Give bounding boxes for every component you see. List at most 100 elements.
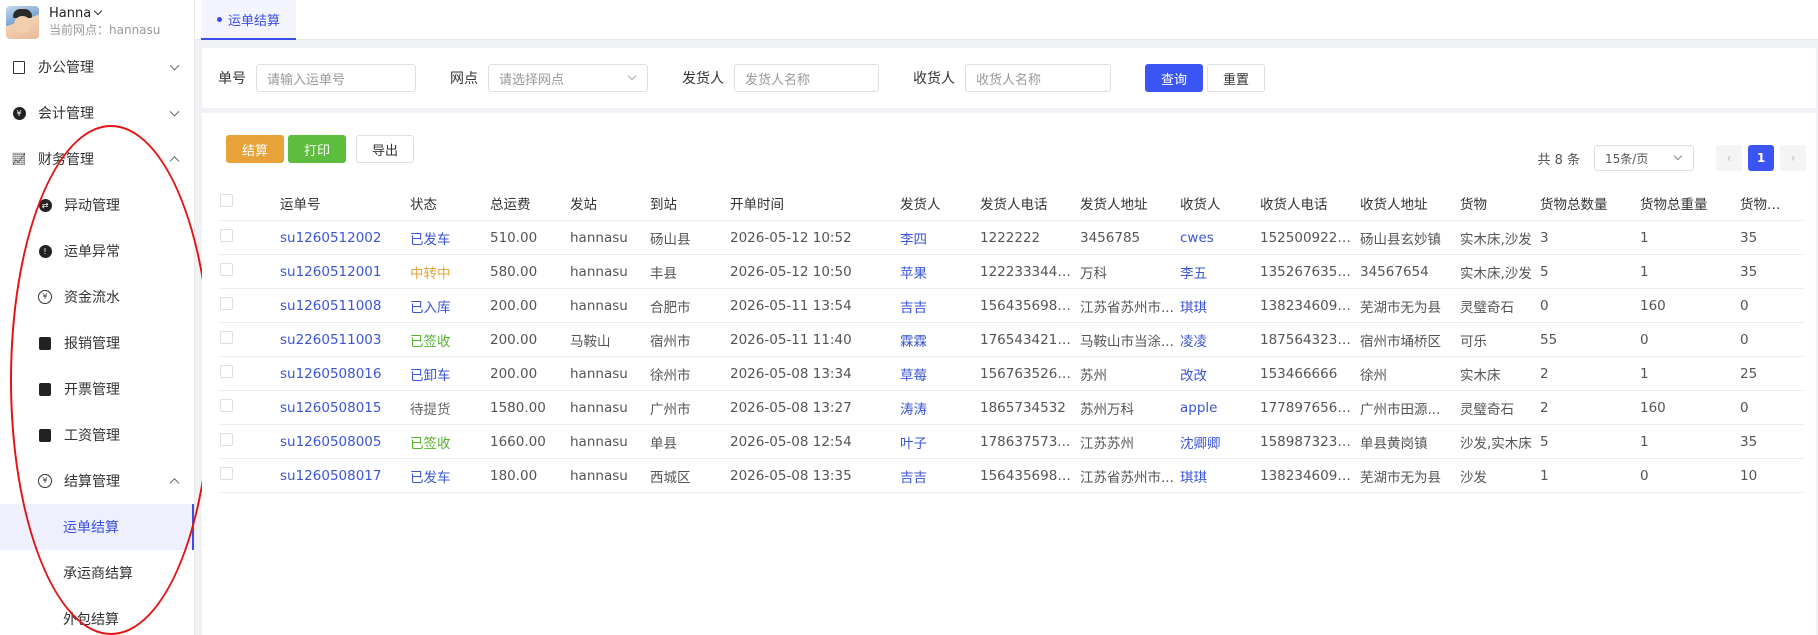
table-cell[interactable]: su1260508017 — [280, 468, 410, 484]
row-checkbox[interactable] — [218, 467, 280, 484]
column-header[interactable]: 发货人电话 — [980, 193, 1080, 213]
settle-button[interactable]: 结算 — [226, 135, 285, 163]
sidebar-item-2[interactable]: 📈︎ 财务管理 — [0, 136, 194, 182]
sidebar-item-0[interactable]: 办公管理 — [0, 44, 194, 90]
table-cell[interactable]: su1260512001 — [280, 264, 410, 280]
table-cell: 180.00 — [490, 467, 538, 484]
pagination: 共 8 条 15条/页 ‹ 1 › — [1537, 145, 1806, 171]
sidebar-item-10[interactable]: 运单结算 — [0, 504, 194, 550]
column-header[interactable]: 货物总体积 — [1740, 193, 1798, 213]
user-panel[interactable]: Hanna 当前网点：hannasu — [0, 0, 194, 44]
tab-waybill-settlement[interactable]: 运单结算 — [201, 0, 297, 40]
table-cell[interactable]: 吉吉 — [900, 296, 980, 316]
sidebar-item-8[interactable]: 工资管理 — [0, 412, 194, 458]
column-header[interactable]: 开单时间 — [730, 193, 900, 213]
row-checkbox[interactable] — [218, 229, 280, 246]
sidebar-item-label: 运单结算 — [63, 520, 119, 536]
table-row[interactable]: su1260508016 已卸车 200.00 hannasu 徐州市 2026-05-0… — [218, 357, 1804, 391]
table-cell: 2026-05-08 12:54 — [730, 433, 852, 450]
table-row[interactable]: su1260508005 已签收 1660.00 hannasu 单县 2026-05-0… — [218, 425, 1804, 459]
table-cell: 17654342134 — [980, 331, 1075, 348]
table-cell[interactable]: 沈卿卿 — [1180, 432, 1260, 452]
row-checkbox[interactable] — [218, 331, 280, 348]
sidebar-item-4[interactable]: ! 运单异常 — [0, 228, 194, 274]
table-row[interactable]: su1260512001 中转中 580.00 hannasu 丰县 2026-05-12… — [218, 255, 1804, 289]
print-button[interactable]: 打印 — [288, 135, 347, 163]
row-checkbox[interactable] — [218, 297, 280, 314]
sidebar-item-12[interactable]: 外包结算 — [0, 596, 194, 635]
column-header[interactable]: 收货人 — [1180, 193, 1260, 213]
table-cell: 苏州 — [1080, 367, 1107, 384]
column-header[interactable]: 运单号 — [280, 193, 410, 213]
row-checkbox[interactable] — [218, 365, 280, 382]
prev-page-button[interactable]: ‹ — [1716, 145, 1742, 171]
table-row[interactable]: su1260508017 已发车 180.00 hannasu 西城区 2026-05-0… — [218, 459, 1804, 493]
point-select[interactable]: 请选择网点 — [488, 64, 648, 92]
column-header[interactable]: 发货人地址 — [1080, 193, 1180, 213]
column-header[interactable]: 发站 — [570, 193, 650, 213]
column-header[interactable]: 货物总数量 — [1540, 193, 1640, 213]
sidebar-item-3[interactable]: ⇄ 异动管理 — [0, 182, 194, 228]
table-cell[interactable]: apple — [1180, 400, 1260, 416]
avatar[interactable] — [6, 5, 39, 39]
table-cell[interactable]: 涛涛 — [900, 398, 980, 418]
table-cell[interactable]: 吉吉 — [900, 466, 980, 486]
table-row[interactable]: su2260511003 已签收 200.00 马鞍山 宿州市 2026-05-11 11… — [218, 323, 1804, 357]
receiver-input[interactable]: 收货人名称 — [965, 64, 1111, 92]
table-cell[interactable]: 苹果 — [900, 262, 980, 282]
table-row[interactable]: su1260512002 已发车 510.00 hannasu 砀山县 2026-05-1… — [218, 221, 1804, 255]
table-cell[interactable]: 李五 — [1180, 262, 1260, 282]
column-header[interactable]: 总运费 — [490, 193, 570, 213]
next-page-button[interactable]: › — [1780, 145, 1806, 171]
table-cell[interactable]: su1260508015 — [280, 400, 410, 416]
table-row[interactable]: su1260508015 待提货 1580.00 hannasu 广州市 2026-05-… — [218, 391, 1804, 425]
export-button[interactable]: 导出 — [356, 135, 415, 163]
table-cell: 25 — [1740, 365, 1758, 382]
sidebar-item-7[interactable]: 开票管理 — [0, 366, 194, 412]
column-header[interactable]: 收货人电话 — [1260, 193, 1360, 213]
row-checkbox[interactable] — [218, 263, 280, 280]
table-cell: 2026-05-08 13:27 — [730, 399, 852, 416]
page-1-button[interactable]: 1 — [1748, 145, 1774, 171]
order-number-input[interactable]: 请输入运单号 — [256, 64, 416, 92]
table-cell[interactable]: 草莓 — [900, 364, 980, 384]
table-cell: 12223334444 — [980, 263, 1075, 280]
table-cell: 砀山县玄妙镇 — [1360, 231, 1441, 248]
table-cell[interactable]: su1260512002 — [280, 230, 410, 246]
table-cell[interactable]: su1260511008 — [280, 298, 410, 314]
table-cell[interactable]: 李四 — [900, 228, 980, 248]
table-cell[interactable]: 琪琪 — [1180, 466, 1260, 486]
row-checkbox[interactable] — [218, 399, 280, 416]
sidebar-item-6[interactable]: 报销管理 — [0, 320, 194, 366]
reset-button[interactable]: 重置 — [1207, 64, 1266, 92]
column-header[interactable]: 到站 — [650, 193, 730, 213]
table-cell[interactable]: 凌凌 — [1180, 330, 1260, 350]
table-cell[interactable]: 叶子 — [900, 432, 980, 452]
table-cell: 1 — [1540, 467, 1549, 484]
table-cell: 灵璧奇石 — [1460, 401, 1514, 418]
table-cell: 2026-05-11 11:40 — [730, 331, 852, 348]
sidebar-item-5[interactable]: ¥ 资金流水 — [0, 274, 194, 320]
sender-input[interactable]: 发货人名称 — [734, 64, 879, 92]
select-all-checkbox[interactable] — [218, 194, 280, 211]
table-cell[interactable]: su1260508005 — [280, 434, 410, 450]
column-header[interactable]: 发货人 — [900, 193, 980, 213]
column-header[interactable]: 货物 — [1460, 193, 1540, 213]
row-checkbox[interactable] — [218, 433, 280, 450]
sidebar-item-1[interactable]: ¥ 会计管理 — [0, 90, 194, 136]
table-row[interactable]: su1260511008 已入库 200.00 hannasu 合肥市 2026-05-1… — [218, 289, 1804, 323]
table-cell[interactable]: su1260508016 — [280, 366, 410, 382]
page-size-select[interactable]: 15条/页 — [1594, 145, 1694, 171]
table-cell[interactable]: 琪琪 — [1180, 296, 1260, 316]
column-header[interactable]: 货物总重量 — [1640, 193, 1740, 213]
query-button[interactable]: 查询 — [1145, 64, 1204, 92]
sidebar-item-9[interactable]: ¥ 结算管理 — [0, 458, 194, 504]
table-cell[interactable]: cwes — [1180, 230, 1260, 246]
column-header[interactable]: 收货人地址 — [1360, 193, 1460, 213]
sidebar-item-11[interactable]: 承运商结算 — [0, 550, 194, 596]
chevron-down-icon — [169, 60, 180, 71]
table-cell[interactable]: su2260511003 — [280, 332, 410, 348]
table-cell[interactable]: 霖霖 — [900, 330, 980, 350]
table-cell[interactable]: 改改 — [1180, 364, 1260, 384]
column-header[interactable]: 状态 — [410, 193, 490, 213]
